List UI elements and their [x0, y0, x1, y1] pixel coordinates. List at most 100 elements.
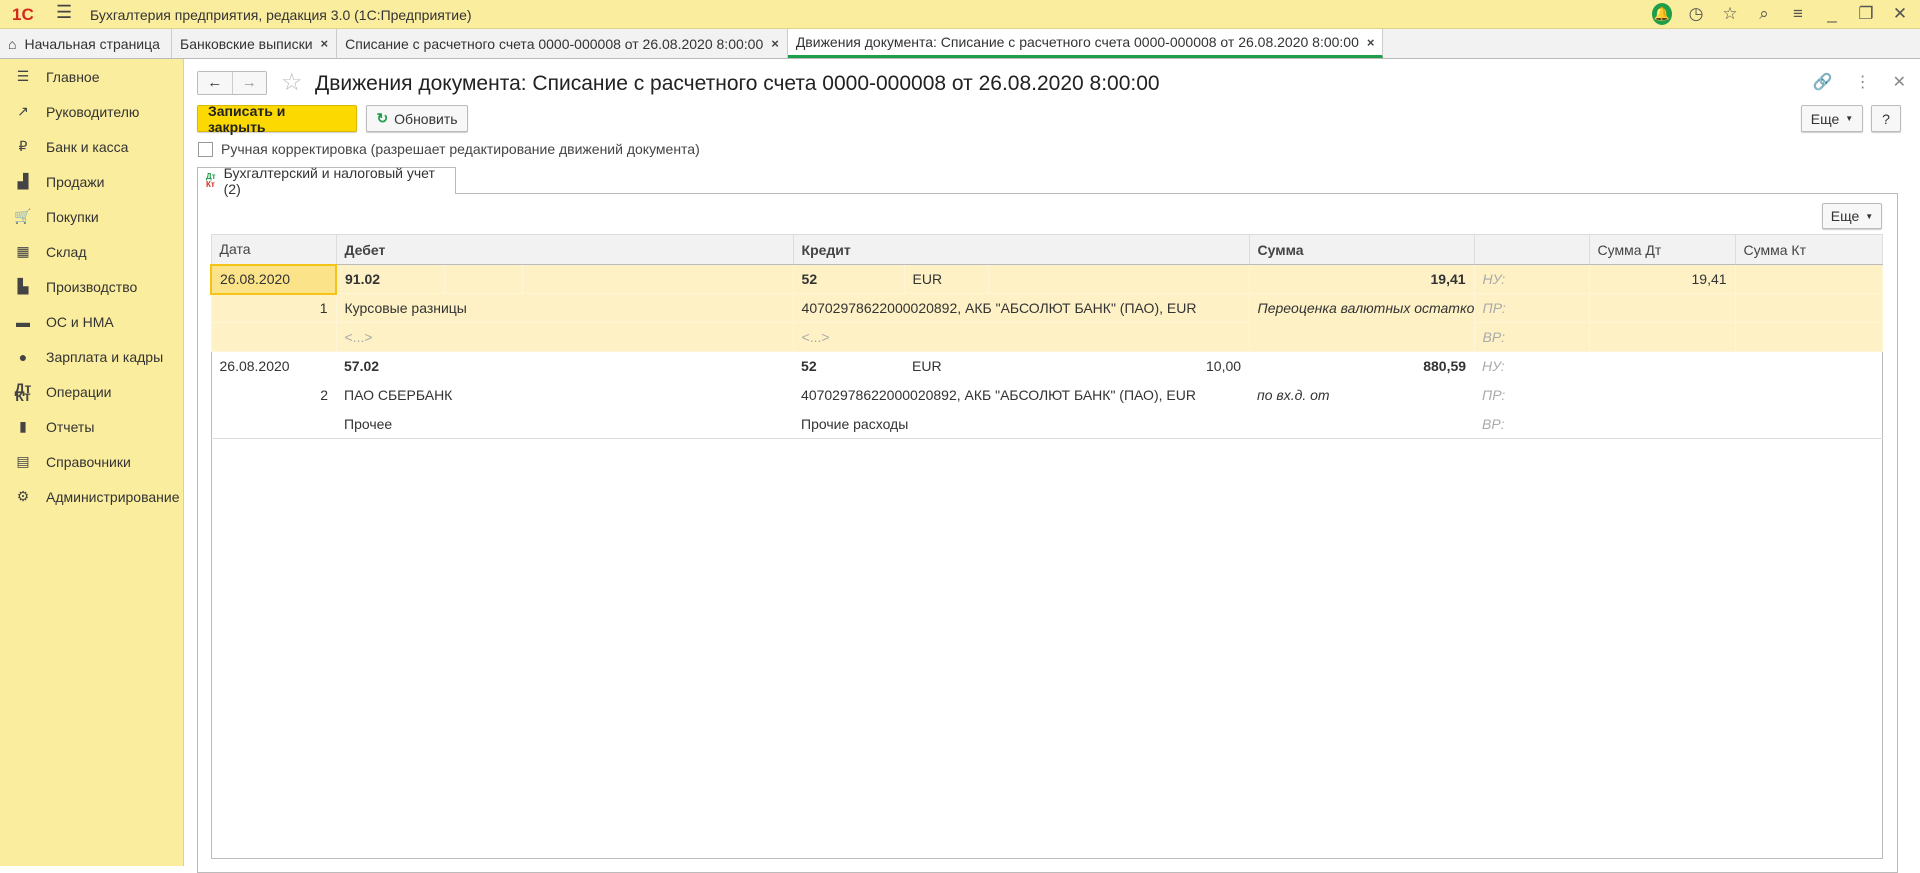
cell-kt-account[interactable]: 52 [792, 264, 905, 294]
cell-sum-kt[interactable] [1734, 264, 1883, 294]
cell-dt-sub2[interactable]: Прочее [336, 409, 794, 439]
back-arrow-icon[interactable]: ← [198, 72, 232, 94]
sidebar-item-references[interactable]: ▤ Справочники [0, 444, 183, 479]
cell-kt-sub1[interactable]: 40702978622000020892, АКБ "АБСОЛЮТ БАНК"… [793, 381, 1249, 410]
cell-sum-dt[interactable] [1589, 352, 1735, 381]
cell-dt-sub1[interactable]: ПАО СБЕРБАНК [336, 381, 793, 410]
close-icon[interactable]: ✕ [1890, 4, 1910, 24]
main-menu-icon[interactable]: ☰ [56, 2, 72, 23]
cell-date[interactable]: 26.08.2020 [210, 263, 337, 295]
cell-dt-sub1[interactable]: Курсовые разницы [335, 293, 794, 323]
col-credit[interactable]: Кредит [792, 234, 1250, 265]
settings-menu-icon[interactable]: ≡ [1788, 4, 1808, 24]
close-tab-icon[interactable]: × [1367, 35, 1375, 50]
cell-vr-label: ВР: [1474, 409, 1590, 439]
cell-sum[interactable]: 880,59 [1249, 352, 1474, 381]
cell-dt-account[interactable]: 91.02 [335, 264, 445, 294]
sidebar-item-main[interactable]: ☰ Главное [0, 59, 183, 94]
favorites-star-icon[interactable]: ☆ [1720, 4, 1740, 24]
cell-kt-currency[interactable]: EUR [903, 264, 989, 294]
cell-empty [1589, 409, 1736, 439]
cell-kt-account[interactable]: 52 [793, 352, 904, 381]
more-button[interactable]: Еще ▼ [1801, 105, 1863, 132]
cell-dt-account[interactable]: 57.02 [336, 352, 444, 381]
sidebar-item-purchases[interactable]: 🛒 Покупки [0, 199, 183, 234]
save-and-close-button[interactable]: Записать и закрыть [197, 103, 357, 135]
table-row[interactable]: 1 Курсовые разницы 40702978622000020892,… [210, 293, 1883, 352]
panel-more-button[interactable]: Еще ▼ [1822, 203, 1882, 229]
forward-arrow-icon[interactable]: → [231, 72, 267, 94]
sidebar-item-manager[interactable]: ↗ Руководителю [0, 94, 183, 129]
link-icon[interactable]: 🔗 [1813, 72, 1833, 92]
manual-correction-checkbox[interactable]: Ручная корректировка (разрешает редактир… [198, 141, 700, 157]
close-form-icon[interactable]: ✕ [1893, 72, 1906, 92]
cell-sum[interactable]: 19,41 [1248, 264, 1475, 294]
cell-empty [521, 264, 794, 294]
cell-kt-amount-cur[interactable] [987, 264, 1250, 294]
close-tab-icon[interactable]: × [321, 36, 329, 51]
sidebar-item-administration[interactable]: ⚙ Администрирование [0, 479, 183, 514]
cell-kt-currency[interactable]: EUR [904, 352, 988, 381]
tab-bank-statements[interactable]: Банковские выписки × [172, 29, 338, 58]
sidebar-item-salary[interactable]: ● Зарплата и кадры [0, 339, 183, 374]
sidebar-item-warehouse[interactable]: ▦ Склад [0, 234, 183, 269]
cell-sum-dt[interactable]: 19,41 [1588, 264, 1736, 294]
refresh-button[interactable]: ↻ Обновить [366, 105, 468, 132]
cell-empty [1734, 293, 1883, 323]
sidebar-item-operations[interactable]: Дт Кт Операции [0, 374, 183, 409]
more-vertical-icon[interactable]: ⋮ [1855, 72, 1871, 92]
favorite-star-icon[interactable]: ☆ [281, 68, 303, 97]
notifications-bell-icon[interactable]: 🔔 [1652, 3, 1672, 25]
minimize-icon[interactable]: _ [1822, 4, 1842, 24]
cell-empty [211, 439, 1882, 859]
page-title: Движения документа: Списание с расчетног… [315, 72, 1160, 95]
checkbox[interactable] [198, 141, 213, 157]
cell-kt-sub2[interactable]: <...> [792, 322, 1250, 352]
cell-content[interactable]: по вх.д. от [1249, 381, 1474, 410]
cell-empty [522, 352, 793, 381]
help-button[interactable]: ? [1871, 105, 1901, 132]
col-sum-kt[interactable]: Сумма Кт [1734, 234, 1883, 265]
tab-document-movements[interactable]: Движения документа: Списание с расчетног… [787, 29, 1384, 58]
tab-accounting-tax[interactable]: Дт Кт Бухгалтерский и налоговый учет (2) [197, 165, 456, 197]
cell-nu-label: НУ: [1473, 264, 1590, 294]
table-row[interactable]: 26.08.2020 91.02 52 EUR 19,41 НУ: 19,41 [210, 263, 1883, 295]
cell-empty [1588, 293, 1736, 323]
cell-empty [211, 409, 336, 439]
nav-buttons: ← → [197, 71, 267, 95]
cell-empty [1589, 381, 1735, 410]
col-sum-dt[interactable]: Сумма Дт [1588, 234, 1736, 265]
truck-icon: ▬ [16, 313, 30, 330]
history-icon[interactable]: ◷ [1686, 4, 1706, 24]
tab-home[interactable]: ⌂ Начальная страница [0, 29, 172, 58]
table-header: Дата Дебет Кредит Сумма Сумма Дт Сумма К… [210, 234, 1883, 265]
table-row[interactable]: 2 ПАО СБЕРБАНК 40702978622000020892, АКБ… [211, 381, 1882, 410]
tab-writeoff-document[interactable]: Списание с расчетного счета 0000-000008 … [337, 29, 788, 58]
sidebar-item-fixed-assets[interactable]: ▬ ОС и НМА [0, 304, 183, 339]
col-debit[interactable]: Дебет [335, 234, 794, 265]
restore-icon[interactable]: ❐ [1856, 4, 1876, 24]
table-row[interactable]: <...> <...> ВР: [210, 322, 1883, 352]
cell-kt-sub1[interactable]: 40702978622000020892, АКБ "АБСОЛЮТ БАНК"… [792, 293, 1250, 323]
table-row[interactable]: Прочее Прочие расходы ВР: [211, 409, 1883, 439]
col-sum[interactable]: Сумма [1248, 234, 1475, 265]
books-icon: ▤ [16, 453, 30, 469]
cell-date[interactable]: 26.08.2020 [211, 352, 336, 381]
search-icon[interactable]: ⌕ [1754, 4, 1774, 24]
sidebar-item-production[interactable]: ▙ Производство [0, 269, 183, 304]
cell-pr-label: ПР: [1473, 293, 1590, 323]
cell-empty [1734, 322, 1883, 352]
cell-kt-sub2[interactable]: Прочие расходы [793, 409, 1250, 439]
table-row[interactable]: 26.08.2020 57.02 52 EUR 10,00 880,59 НУ: [211, 352, 1882, 381]
cell-empty [1735, 409, 1883, 439]
cell-kt-amount-cur[interactable]: 10,00 [988, 352, 1249, 381]
col-date[interactable]: Дата [210, 234, 337, 265]
sidebar-item-bank[interactable]: ₽ Банк и касса [0, 129, 183, 164]
close-tab-icon[interactable]: × [771, 36, 779, 51]
cell-sum-kt[interactable] [1735, 352, 1882, 381]
cell-empty [1588, 322, 1736, 352]
cell-content[interactable]: Переоценка валютных остатков [1248, 293, 1475, 352]
sidebar-item-reports[interactable]: ▮ Отчеты [0, 409, 183, 444]
cell-dt-sub2[interactable]: <...> [335, 322, 794, 352]
sidebar-item-sales[interactable]: ▟ Продажи [0, 164, 183, 199]
